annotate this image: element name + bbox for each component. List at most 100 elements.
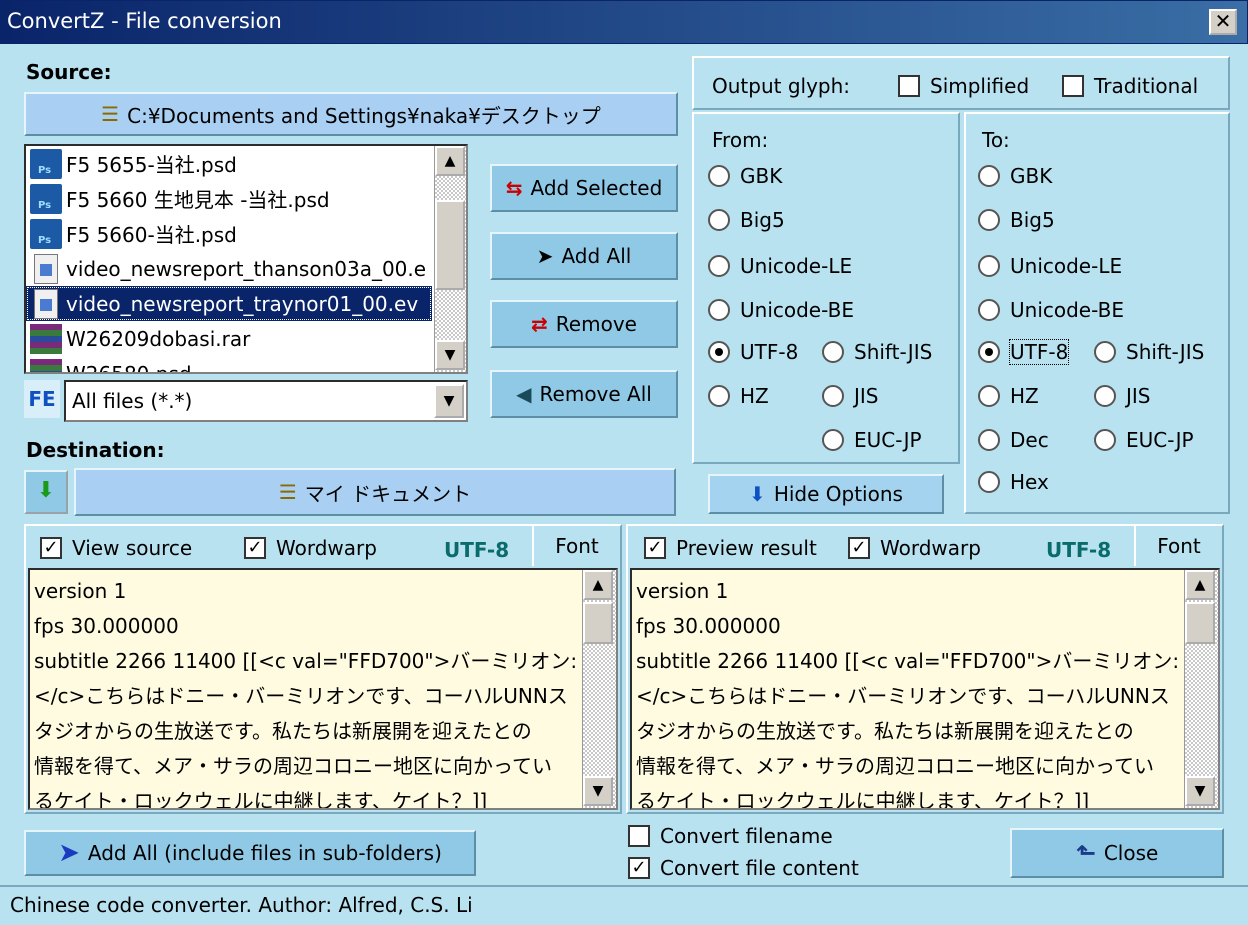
result-wordwrap-check-box[interactable]: ✓	[848, 537, 870, 559]
file-list-item[interactable]: video_newsreport_thanson03a_00.e	[26, 251, 432, 286]
convert-filename-checkbox[interactable]: Convert filename	[628, 824, 833, 848]
from-radio-unicode-le[interactable]: Unicode-LE	[708, 254, 852, 278]
add-all-subfolders-button[interactable]: ➤ Add All (include files in sub-folders)	[24, 830, 476, 876]
traditional-checkbox[interactable]: Traditional	[1062, 74, 1198, 98]
add-selected-button[interactable]: ⇆ Add Selected	[490, 164, 678, 212]
radio-dot[interactable]	[708, 255, 730, 277]
chevron-down-icon[interactable]: ▼	[434, 384, 464, 418]
to-radio-big5[interactable]: Big5	[978, 208, 1055, 232]
scroll-down-icon[interactable]: ▼	[1185, 776, 1215, 806]
to-radio-gbk[interactable]: GBK	[978, 164, 1052, 188]
add-all-button[interactable]: ➤ Add All	[490, 232, 678, 280]
to-radio-unicode-le[interactable]: Unicode-LE	[978, 254, 1122, 278]
simplified-checkbox[interactable]: Simplified	[898, 74, 1029, 98]
preview-result-check-box[interactable]: ✓	[644, 537, 666, 559]
destination-folder-button[interactable]: ☰ マイ ドキュメント	[74, 468, 676, 516]
from-radio-unicode-be[interactable]: Unicode-BE	[708, 298, 854, 322]
scroll-down-icon[interactable]: ▼	[435, 340, 465, 370]
source-folder-button[interactable]: ☰ C:¥Documents and Settings¥naka¥デスクトップ	[24, 92, 678, 136]
to-radio-hz[interactable]: HZ	[978, 384, 1039, 408]
to-radio-utf-8[interactable]: UTF-8	[978, 339, 1070, 365]
radio-dot[interactable]	[708, 299, 730, 321]
scroll-thumb[interactable]	[1185, 602, 1215, 644]
arrow-down-icon[interactable]: ⬇	[24, 470, 68, 514]
convert-content-check-box[interactable]: ✓	[628, 857, 650, 879]
to-radio-euc-jp[interactable]: EUC-JP	[1094, 428, 1194, 452]
convert-filename-check-box[interactable]	[628, 825, 650, 847]
radio-dot[interactable]	[978, 471, 1000, 493]
radio-dot[interactable]	[978, 299, 1000, 321]
scroll-up-icon[interactable]: ▲	[435, 146, 465, 176]
from-radio-euc-jp[interactable]: EUC-JP	[822, 428, 922, 452]
scroll-up-icon[interactable]: ▲	[583, 570, 613, 600]
radio-dot[interactable]	[822, 429, 844, 451]
title-bar: ConvertZ - File conversion ✕	[0, 0, 1248, 44]
from-radio-hz[interactable]: HZ	[708, 384, 769, 408]
simplified-check-box[interactable]	[898, 75, 920, 97]
radio-dot[interactable]	[822, 385, 844, 407]
window-title: ConvertZ - File conversion	[7, 9, 282, 33]
close-window-button[interactable]: ✕	[1209, 9, 1237, 35]
result-text-area[interactable]: version 1 fps 30.000000 subtitle 2266 1140…	[630, 568, 1220, 810]
hide-options-button[interactable]: ⬇ Hide Options	[708, 474, 944, 514]
radio-dot[interactable]	[708, 341, 730, 363]
result-font-button[interactable]: Font	[1134, 526, 1222, 566]
text-line: subtitle 2266 11400 [[<c val="FFD700">バー…	[34, 649, 578, 673]
file-list-item[interactable]: video_newsreport_traynor01_00.ev	[26, 286, 432, 321]
to-radio-dec[interactable]: Dec	[978, 428, 1049, 452]
radio-dot[interactable]	[822, 341, 844, 363]
file-list-item[interactable]: Ps F5 5655-当社.psd	[26, 146, 432, 181]
radio-dot[interactable]	[978, 429, 1000, 451]
scroll-thumb[interactable]	[583, 602, 613, 644]
radio-dot[interactable]	[708, 385, 730, 407]
file-list-scrollbar[interactable]: ▲ ▼	[434, 146, 466, 372]
traditional-check-box[interactable]	[1062, 75, 1084, 97]
to-radio-unicode-be[interactable]: Unicode-BE	[978, 298, 1124, 322]
from-radio-shift-jis[interactable]: Shift-JIS	[822, 340, 932, 364]
from-radio-utf-8[interactable]: UTF-8	[708, 340, 798, 364]
radio-dot[interactable]	[978, 255, 1000, 277]
view-source-check-box[interactable]: ✓	[40, 537, 62, 559]
file-list-item[interactable]: Ps F5 5660 生地見本 -当社.psd	[26, 181, 432, 216]
view-source-checkbox[interactable]: ✓ View source	[40, 536, 192, 560]
result-text-scrollbar[interactable]: ▲ ▼	[1184, 570, 1218, 808]
file-list-item[interactable]: W26209dobasi.rar	[26, 321, 432, 356]
source-text-area[interactable]: version 1 fps 30.000000 subtitle 2266 1140…	[28, 568, 618, 810]
source-wordwrap-checkbox[interactable]: ✓ Wordwarp	[244, 536, 377, 560]
to-radio-shift-jis[interactable]: Shift-JIS	[1094, 340, 1204, 364]
remove-all-button[interactable]: ◀ Remove All	[490, 370, 678, 418]
to-radio-hex[interactable]: Hex	[978, 470, 1049, 494]
radio-dot[interactable]	[978, 209, 1000, 231]
source-wordwrap-check-box[interactable]: ✓	[244, 537, 266, 559]
source-encoding-label: UTF-8	[444, 538, 510, 562]
source-file-list[interactable]: Ps F5 5655-当社.psd Ps F5 5660 生地見本 -当社.psd Ps…	[24, 144, 468, 374]
radio-dot[interactable]	[1094, 385, 1116, 407]
to-radio-jis[interactable]: JIS	[1094, 384, 1151, 408]
source-text-scrollbar[interactable]: ▲ ▼	[582, 570, 616, 808]
radio-dot[interactable]	[1094, 429, 1116, 451]
from-radio-jis[interactable]: JIS	[822, 384, 879, 408]
file-list-item[interactable]: W26580.psd	[26, 356, 432, 372]
radio-dot[interactable]	[978, 165, 1000, 187]
radio-dot[interactable]	[708, 209, 730, 231]
scroll-thumb[interactable]	[435, 200, 465, 290]
scroll-up-icon[interactable]: ▲	[1185, 570, 1215, 600]
from-radio-big5[interactable]: Big5	[708, 208, 785, 232]
close-button[interactable]: ⬑ Close	[1010, 828, 1224, 878]
radio-dot[interactable]	[978, 341, 1000, 363]
file-filter-select[interactable]: All files (*.*) ▼	[64, 380, 468, 422]
radio-dot[interactable]	[1094, 341, 1116, 363]
radio-dot[interactable]	[708, 165, 730, 187]
preview-result-checkbox[interactable]: ✓ Preview result	[644, 536, 817, 560]
add-selected-icon: ⇆	[505, 176, 523, 200]
file-list-item[interactable]: Ps F5 5660-当社.psd	[26, 216, 432, 251]
result-wordwrap-checkbox[interactable]: ✓ Wordwarp	[848, 536, 981, 560]
destination-label: Destination:	[26, 438, 165, 462]
remove-button[interactable]: ⇄ Remove	[490, 300, 678, 348]
text-line: 情報を得て、メア・サラの周辺コロニー地区に向かってい	[34, 754, 552, 778]
radio-dot[interactable]	[978, 385, 1000, 407]
from-radio-gbk[interactable]: GBK	[708, 164, 782, 188]
source-font-button[interactable]: Font	[532, 526, 620, 566]
scroll-down-icon[interactable]: ▼	[583, 776, 613, 806]
convert-content-checkbox[interactable]: ✓ Convert file content	[628, 856, 859, 880]
